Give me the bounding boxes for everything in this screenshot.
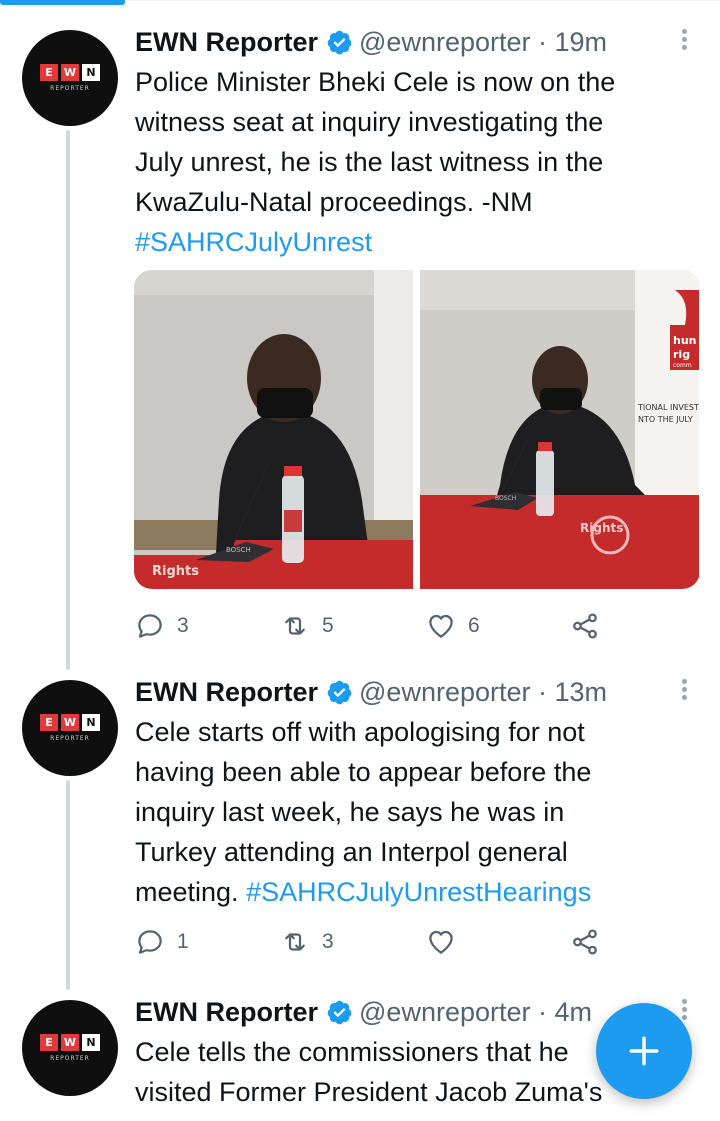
verified-badge-icon [327, 30, 352, 54]
avatar[interactable]: E W N REPORTER [22, 30, 118, 126]
share-icon [573, 613, 597, 639]
photo-2[interactable]: hun rig comm TIONAL INVESTI NTO THE JULY… [420, 270, 699, 589]
share-button[interactable] [570, 922, 600, 962]
author-name[interactable]: EWN Reporter [135, 27, 318, 58]
logo-subtitle: REPORTER [50, 735, 90, 742]
share-icon [573, 929, 597, 955]
logo-subtitle: REPORTER [50, 85, 90, 92]
timestamp[interactable]: 4m [555, 997, 593, 1028]
author-handle[interactable]: @ewnreporter [359, 27, 530, 58]
sign-text: rig [673, 348, 690, 361]
reply-button[interactable]: 3 [135, 606, 189, 646]
banner-text: NTO THE JULY [638, 415, 693, 424]
reply-button[interactable]: 1 [135, 922, 189, 962]
retweet-button[interactable]: 3 [280, 922, 334, 962]
like-button[interactable] [426, 922, 468, 962]
text-line: having been able to appear before the [135, 757, 592, 787]
verified-badge-icon [327, 1000, 352, 1024]
witness-photo-2: hun rig comm TIONAL INVESTI NTO THE JULY… [420, 270, 699, 589]
author-name[interactable]: EWN Reporter [135, 997, 318, 1028]
like-button[interactable]: 6 [426, 606, 480, 646]
reply-icon [138, 614, 162, 638]
sign-text: hun [673, 334, 697, 347]
banner-text: Rights [152, 564, 199, 579]
author-handle[interactable]: @ewnreporter [359, 677, 530, 708]
logo-letter: W [61, 64, 79, 81]
logo-letter: N [82, 64, 100, 81]
reply-count: 1 [177, 930, 189, 953]
timestamp[interactable]: 19m [555, 27, 608, 58]
text-line: KwaZulu-Natal proceedings. -NM [135, 187, 533, 217]
more-options-icon[interactable] [676, 26, 692, 56]
plus-icon [629, 1036, 659, 1066]
logo-letter: N [82, 714, 100, 731]
retweet-button[interactable]: 5 [280, 606, 334, 646]
avatar[interactable]: E W N REPORTER [22, 1000, 118, 1096]
author-name[interactable]: EWN Reporter [135, 677, 318, 708]
hashtag-link[interactable]: #SAHRCJulyUnrestHearings [246, 877, 591, 907]
heart-icon [429, 930, 453, 954]
reply-icon [138, 930, 162, 954]
tweet-header: EWN Reporter @ewnreporter · 13m [135, 672, 607, 712]
text-line: Cele starts off with apologising for not [135, 717, 585, 747]
ewn-logo: E W N [40, 64, 100, 81]
text-line: inquiry last week, he says he was in [135, 797, 565, 827]
tweet-header: EWN Reporter @ewnreporter · 19m [135, 22, 607, 62]
logo-letter: N [82, 1034, 100, 1051]
logo-letter: E [40, 714, 58, 731]
separator-dot: · [530, 996, 555, 1027]
text-segment: meeting. [135, 877, 239, 907]
retweet-icon [285, 617, 305, 635]
author-handle[interactable]: @ewnreporter [359, 997, 530, 1028]
verified-badge-icon [327, 680, 352, 704]
compose-tweet-button[interactable] [596, 1003, 692, 1099]
logo-letter: W [61, 1034, 79, 1051]
logo-letter: W [61, 714, 79, 731]
timestamp[interactable]: 13m [555, 677, 608, 708]
tweet-actions: 1 3 [135, 922, 605, 962]
tweet-header: EWN Reporter @ewnreporter · 4m [135, 992, 592, 1032]
avatar[interactable]: E W N REPORTER [22, 680, 118, 776]
photo-1[interactable]: Rights BOSCH [134, 270, 413, 589]
reply-count: 3 [177, 614, 189, 637]
banner-text: TIONAL INVESTI [637, 403, 699, 412]
tweet-text: Cele starts off with apologising for not… [135, 712, 705, 912]
witness-photo-1: Rights BOSCH [134, 270, 413, 589]
tweet-actions: 3 5 6 [135, 606, 605, 646]
banner-text: Rights [580, 521, 623, 535]
retweet-count: 5 [322, 614, 334, 637]
tweet-text: Police Minister Bheki Cele is now on the… [135, 62, 705, 262]
text-line: Turkey attending an Interpol general [135, 837, 568, 867]
ewn-logo: E W N [40, 1034, 100, 1051]
text-line: Police Minister Bheki Cele is now on the [135, 67, 616, 97]
text-line: meeting. #SAHRCJulyUnrestHearings [135, 872, 705, 912]
hashtag-link[interactable]: #SAHRCJulyUnrest [135, 222, 705, 262]
separator-dot: · [530, 676, 555, 707]
text-line: witness seat at inquiry investigating th… [135, 107, 604, 137]
tweet[interactable]: E W N REPORTER EWN Reporter @ewnreporter… [0, 22, 720, 662]
mic-label: BOSCH [226, 546, 251, 554]
heart-icon [429, 614, 453, 638]
media-grid: Rights BOSCH hun rig comm TIONAL INVESTI [134, 270, 700, 589]
like-count: 6 [468, 614, 480, 637]
tab-indicator [0, 0, 125, 5]
tweet[interactable]: E W N REPORTER EWN Reporter @ewnreporter… [0, 672, 720, 972]
sign-text: comm [673, 362, 692, 369]
more-options-icon[interactable] [676, 676, 692, 706]
retweet-icon [285, 933, 305, 951]
logo-subtitle: REPORTER [50, 1055, 90, 1062]
separator-dot: · [530, 26, 555, 57]
text-line: July unrest, he is the last witness in t… [135, 147, 604, 177]
logo-letter: E [40, 64, 58, 81]
retweet-count: 3 [322, 930, 334, 953]
ewn-logo: E W N [40, 714, 100, 731]
logo-letter: E [40, 1034, 58, 1051]
mic-label: BOSCH [495, 495, 516, 502]
share-button[interactable] [570, 606, 600, 646]
